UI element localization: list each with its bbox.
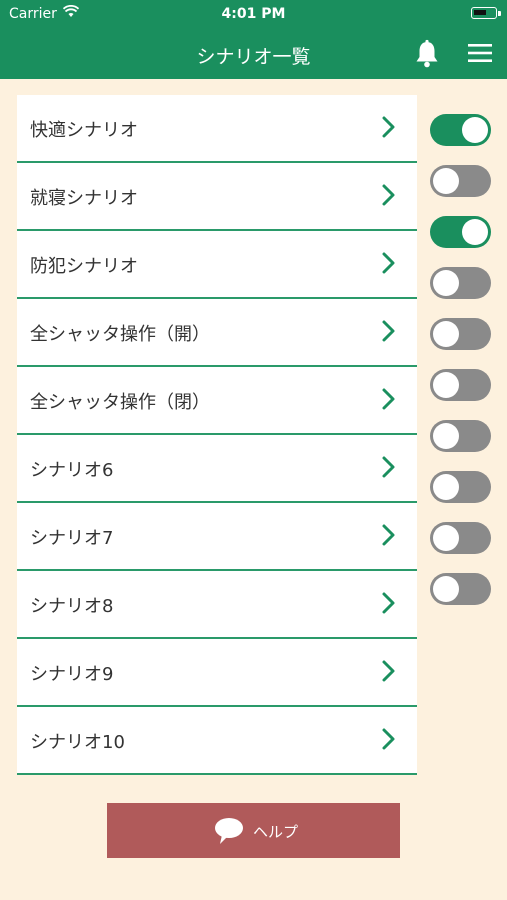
scenario-list: 快適シナリオ 就寝シナリオ 防犯シナリオ全シャッタ操作（開） 全シャッタ操作（閉） シナ… xyxy=(17,95,417,775)
help-label: ヘルプ xyxy=(253,823,299,841)
scenario-row[interactable]: 防犯シナリオ xyxy=(17,231,417,299)
scenario-row[interactable]: 全シャッタ操作（閉） xyxy=(17,367,417,435)
status-time: 4:01 PM xyxy=(221,6,286,22)
scenario-toggle[interactable] xyxy=(430,522,491,554)
scenario-toggle[interactable] xyxy=(430,471,491,503)
chevron-right-icon[interactable] xyxy=(381,251,397,275)
chevron-right-icon[interactable] xyxy=(381,319,397,343)
chevron-right-icon[interactable] xyxy=(381,183,397,207)
battery-icon xyxy=(471,7,501,19)
scenario-row[interactable]: 全シャッタ操作（開） xyxy=(17,299,417,367)
bell-icon[interactable] xyxy=(412,39,442,69)
scenario-label: 就寝シナリオ xyxy=(30,188,138,209)
help-button[interactable]: ヘルプ xyxy=(107,803,400,858)
scenario-label: 全シャッタ操作（開） xyxy=(30,324,210,345)
speech-bubble-icon xyxy=(213,817,245,845)
status-bar: Carrier 4:01 PM xyxy=(0,0,507,28)
scenario-toggle[interactable] xyxy=(430,318,491,350)
scenario-label: 全シャッタ操作（閉） xyxy=(30,392,210,413)
scenario-row[interactable]: シナリオ6 xyxy=(17,435,417,503)
toggle-knob xyxy=(433,372,459,398)
scenario-row[interactable]: シナリオ8 xyxy=(17,571,417,639)
toggle-knob xyxy=(433,474,459,500)
scenario-toggle[interactable] xyxy=(430,165,491,197)
toggle-knob xyxy=(433,576,459,602)
scenario-row[interactable]: シナリオ10 xyxy=(17,707,417,775)
toggle-knob xyxy=(433,525,459,551)
scenario-toggle[interactable] xyxy=(430,369,491,401)
toggle-knob xyxy=(462,117,488,143)
scenario-row[interactable]: シナリオ9 xyxy=(17,639,417,707)
scenario-label: 防犯シナリオ xyxy=(30,256,138,277)
chevron-right-icon[interactable] xyxy=(381,387,397,411)
hamburger-menu-icon[interactable] xyxy=(466,41,494,65)
chevron-right-icon[interactable] xyxy=(381,659,397,683)
toggle-knob xyxy=(433,321,459,347)
chevron-right-icon[interactable] xyxy=(381,523,397,547)
chevron-right-icon[interactable] xyxy=(381,115,397,139)
toggle-knob xyxy=(433,168,459,194)
scenario-label: シナリオ7 xyxy=(30,528,114,549)
scenario-row[interactable]: シナリオ7 xyxy=(17,503,417,571)
nav-bar: シナリオ一覧 xyxy=(0,28,507,79)
scenario-toggle[interactable] xyxy=(430,114,491,146)
scenario-label: 快適シナリオ xyxy=(30,120,138,141)
chevron-right-icon[interactable] xyxy=(381,455,397,479)
chevron-right-icon[interactable] xyxy=(381,727,397,751)
toggle-knob xyxy=(433,423,459,449)
scenario-toggles xyxy=(430,95,492,622)
scenario-label: シナリオ6 xyxy=(30,460,114,481)
scenario-row[interactable]: 就寝シナリオ xyxy=(17,163,417,231)
toggle-knob xyxy=(462,219,488,245)
scenario-row[interactable]: 快適シナリオ xyxy=(17,95,417,163)
scenario-toggle[interactable] xyxy=(430,573,491,605)
scenario-toggle[interactable] xyxy=(430,216,491,248)
scenario-label: シナリオ8 xyxy=(30,596,114,617)
scenario-toggle[interactable] xyxy=(430,420,491,452)
scenario-label: シナリオ9 xyxy=(30,664,114,685)
scenario-toggle[interactable] xyxy=(430,267,491,299)
scenario-label: シナリオ10 xyxy=(30,732,125,753)
chevron-right-icon[interactable] xyxy=(381,591,397,615)
toggle-knob xyxy=(433,270,459,296)
